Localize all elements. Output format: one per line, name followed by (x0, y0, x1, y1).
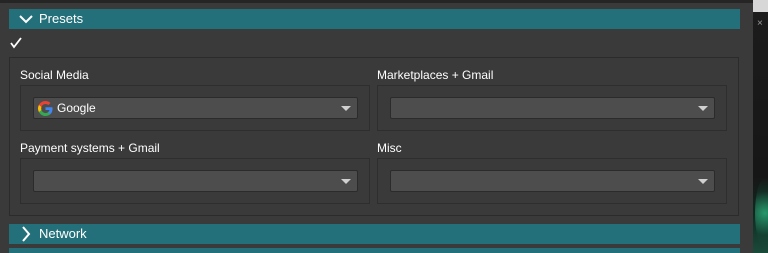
group-label-payment-systems: Payment systems + Gmail (20, 141, 160, 155)
section-title-network: Network (39, 226, 87, 241)
social-media-selected-value: Google (57, 101, 96, 115)
section-header-network[interactable]: Network (9, 224, 740, 244)
dropdown-arrow-icon (341, 106, 351, 111)
next-section-header[interactable] (9, 248, 740, 253)
misc-select[interactable] (390, 170, 715, 192)
checkmark-icon (10, 37, 22, 49)
section-title-presets: Presets (39, 11, 84, 26)
section-header-presets[interactable]: Presets (9, 9, 740, 29)
side-edge: × (753, 0, 768, 253)
marketplaces-select[interactable] (390, 97, 715, 119)
close-icon[interactable]: × (757, 18, 763, 29)
side-edge-top-bar (753, 0, 768, 12)
social-media-select[interactable]: Google (33, 97, 358, 119)
group-label-misc: Misc (377, 141, 402, 155)
dropdown-arrow-icon (341, 179, 351, 184)
google-icon (38, 101, 53, 116)
group-label-social-media: Social Media (20, 68, 89, 82)
side-glow (755, 178, 768, 248)
payment-systems-select[interactable] (33, 170, 358, 192)
chevron-down-icon (19, 15, 33, 24)
dropdown-arrow-icon (698, 179, 708, 184)
dropdown-arrow-icon (698, 106, 708, 111)
chevron-right-icon (22, 226, 31, 242)
group-label-marketplaces: Marketplaces + Gmail (377, 68, 494, 82)
enabled-checkbox[interactable] (10, 37, 22, 49)
